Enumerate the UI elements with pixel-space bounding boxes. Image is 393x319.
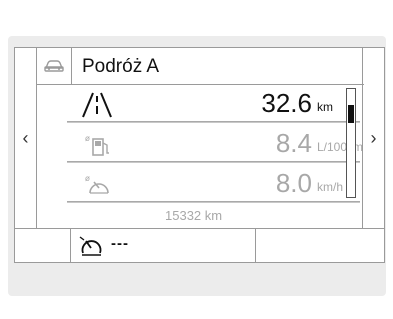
chevron-left-icon: ‹ <box>22 127 29 148</box>
next-page-button[interactable]: › <box>362 48 384 228</box>
fuel-consumption-row[interactable]: ø 8.4 L/100km <box>37 125 364 163</box>
cruise-status-cell: --- <box>71 229 256 262</box>
svg-text:ø: ø <box>85 134 90 143</box>
car-icon <box>37 48 72 84</box>
trip-distance-unit: km <box>317 100 333 114</box>
status-cell-left <box>15 229 71 262</box>
chevron-right-icon: › <box>370 127 377 148</box>
row-divider <box>67 121 360 123</box>
speed-limiter-value: --- <box>111 235 129 252</box>
trip-header: Podróż A <box>37 48 364 85</box>
status-bar: --- <box>15 228 384 262</box>
scroll-thumb[interactable] <box>348 105 354 123</box>
trip-title: Podróż A <box>82 56 160 77</box>
average-speed-row[interactable]: ø 8.0 km/h <box>37 165 364 203</box>
trip-computer-screen: ‹ Podróż A 32.6 km ø 8.4 L/100km ø 8.0 k… <box>14 47 385 263</box>
average-speed-unit: km/h <box>317 180 344 194</box>
svg-text:ø: ø <box>85 174 90 183</box>
row-divider <box>67 201 360 203</box>
row-divider <box>67 161 360 163</box>
trip-distance-row[interactable]: 32.6 km <box>37 85 364 123</box>
fuel-consumption-icon: ø <box>79 131 115 159</box>
speed-limiter-icon <box>78 233 106 259</box>
average-speed-icon: ø <box>79 171 115 199</box>
fuel-consumption-unit: L/100km <box>317 140 364 154</box>
status-cell-right <box>256 229 384 262</box>
average-speed-value: 8.0 <box>275 168 312 198</box>
odometer-value: 15332 km <box>165 208 223 223</box>
fuel-consumption-value: 8.4 <box>275 128 312 158</box>
previous-page-button[interactable]: ‹ <box>15 48 37 228</box>
road-icon <box>79 91 115 119</box>
list-scrollbar[interactable] <box>346 88 356 198</box>
trip-distance-value: 32.6 <box>261 88 312 118</box>
